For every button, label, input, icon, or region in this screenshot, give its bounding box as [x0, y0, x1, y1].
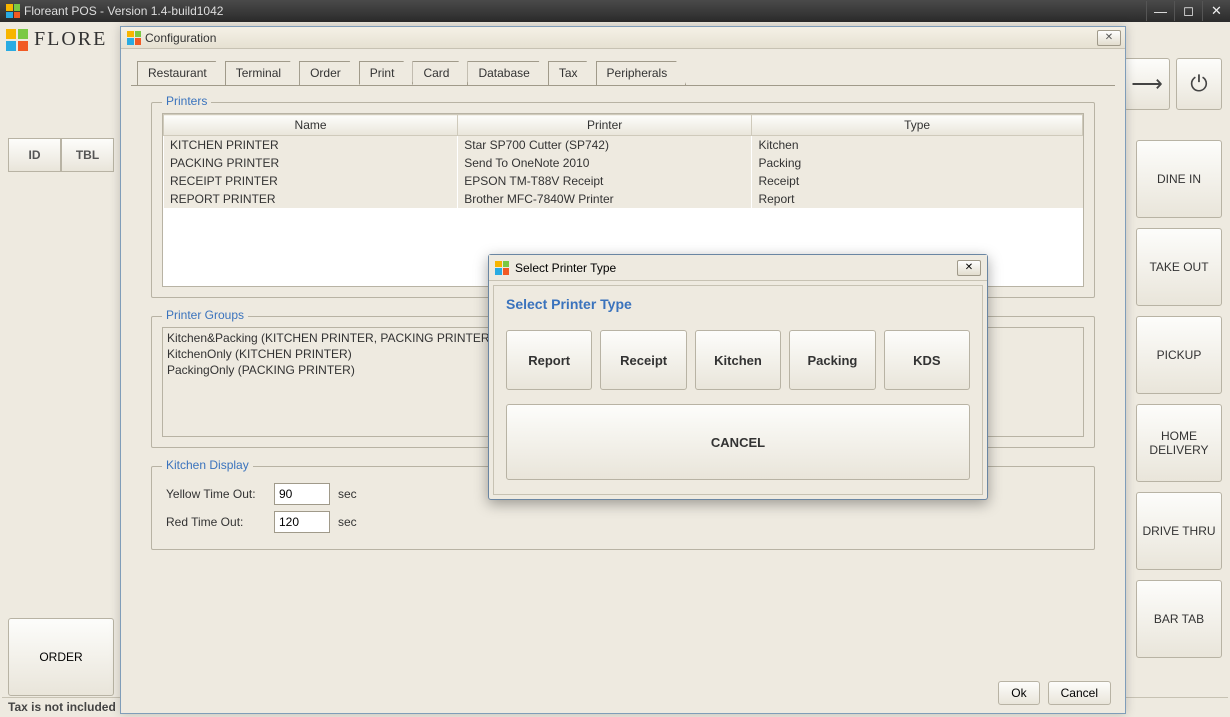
- select-printer-type-dialog: Select Printer Type ✕ Select Printer Typ…: [488, 254, 988, 500]
- tab-tax[interactable]: Tax: [548, 61, 597, 85]
- dialog-title: Select Printer Type: [515, 261, 616, 275]
- table-row[interactable]: PACKING PRINTERSend To OneNote 2010Packi…: [163, 154, 1083, 172]
- table-row[interactable]: RECEIPT PRINTEREPSON TM-T88V ReceiptRece…: [163, 172, 1083, 190]
- tab-card[interactable]: Card: [412, 61, 468, 85]
- col-type: Type: [752, 115, 1083, 136]
- dialog-cancel-button[interactable]: CANCEL: [506, 404, 970, 480]
- tab-restaurant[interactable]: Restaurant: [137, 61, 226, 85]
- col-id: ID: [8, 138, 61, 172]
- type-kds-button[interactable]: KDS: [884, 330, 970, 390]
- tab-terminal[interactable]: Terminal: [225, 61, 300, 85]
- yellow-timeout-label: Yellow Time Out:: [166, 487, 266, 501]
- maximize-button[interactable]: ◻: [1174, 1, 1202, 21]
- type-report-button[interactable]: Report: [506, 330, 592, 390]
- forward-button[interactable]: ⟶: [1124, 58, 1170, 110]
- printers-legend: Printers: [162, 94, 211, 108]
- logo-icon: [6, 29, 28, 51]
- table-row[interactable]: KITCHEN PRINTERStar SP700 Cutter (SP742)…: [163, 136, 1083, 154]
- brand-text: FLORE: [34, 28, 107, 51]
- dialog-close-button[interactable]: ✕: [957, 260, 981, 276]
- minimize-button[interactable]: —: [1146, 1, 1174, 21]
- config-title: Configuration: [145, 31, 216, 45]
- col-tbl: TBL: [61, 138, 114, 172]
- tab-peripherals[interactable]: Peripherals: [596, 61, 687, 85]
- config-icon: [127, 31, 141, 45]
- type-packing-button[interactable]: Packing: [789, 330, 875, 390]
- red-timeout-label: Red Time Out:: [166, 515, 266, 529]
- config-ok-button[interactable]: Ok: [998, 681, 1039, 705]
- dialog-heading: Select Printer Type: [506, 296, 970, 312]
- red-timeout-input[interactable]: [274, 511, 330, 533]
- dine-in-button[interactable]: DINE IN: [1136, 140, 1222, 218]
- tab-print[interactable]: Print: [359, 61, 414, 85]
- config-titlebar: Configuration ✕: [121, 27, 1125, 49]
- order-type-buttons: DINE IN TAKE OUT PICKUP HOME DELIVERY DR…: [1136, 140, 1222, 658]
- ticket-table: ID TBL: [8, 138, 114, 172]
- red-unit: sec: [338, 515, 357, 529]
- drive-thru-button[interactable]: DRIVE THRU: [1136, 492, 1222, 570]
- groups-legend: Printer Groups: [162, 308, 248, 322]
- table-row[interactable]: REPORT PRINTERBrother MFC-7840W PrinterR…: [163, 190, 1083, 208]
- bar-tab-button[interactable]: BAR TAB: [1136, 580, 1222, 658]
- close-button[interactable]: ✕: [1202, 1, 1230, 21]
- config-cancel-button[interactable]: Cancel: [1048, 681, 1111, 705]
- yellow-timeout-input[interactable]: [274, 483, 330, 505]
- yellow-unit: sec: [338, 487, 357, 501]
- os-titlebar: Floreant POS - Version 1.4-build1042 — ◻…: [0, 0, 1230, 22]
- tab-database[interactable]: Database: [467, 61, 548, 85]
- dialog-icon: [495, 261, 509, 275]
- home-delivery-button[interactable]: HOME DELIVERY: [1136, 404, 1222, 482]
- take-out-button[interactable]: TAKE OUT: [1136, 228, 1222, 306]
- kitchen-legend: Kitchen Display: [162, 458, 253, 472]
- dialog-titlebar: Select Printer Type ✕: [489, 255, 987, 281]
- type-receipt-button[interactable]: Receipt: [600, 330, 686, 390]
- type-kitchen-button[interactable]: Kitchen: [695, 330, 781, 390]
- os-title: Floreant POS - Version 1.4-build1042: [24, 4, 223, 18]
- col-printer: Printer: [458, 115, 752, 136]
- power-button[interactable]: ⏻: [1176, 58, 1222, 110]
- brand: FLORE: [6, 28, 107, 51]
- config-tabs: Restaurant Terminal Order Print Card Dat…: [137, 61, 1125, 85]
- col-name: Name: [164, 115, 458, 136]
- tab-order[interactable]: Order: [299, 61, 360, 85]
- order-button[interactable]: ORDER: [8, 618, 114, 696]
- config-close-button[interactable]: ✕: [1097, 30, 1121, 46]
- pickup-button[interactable]: PICKUP: [1136, 316, 1222, 394]
- app-icon: [6, 4, 20, 18]
